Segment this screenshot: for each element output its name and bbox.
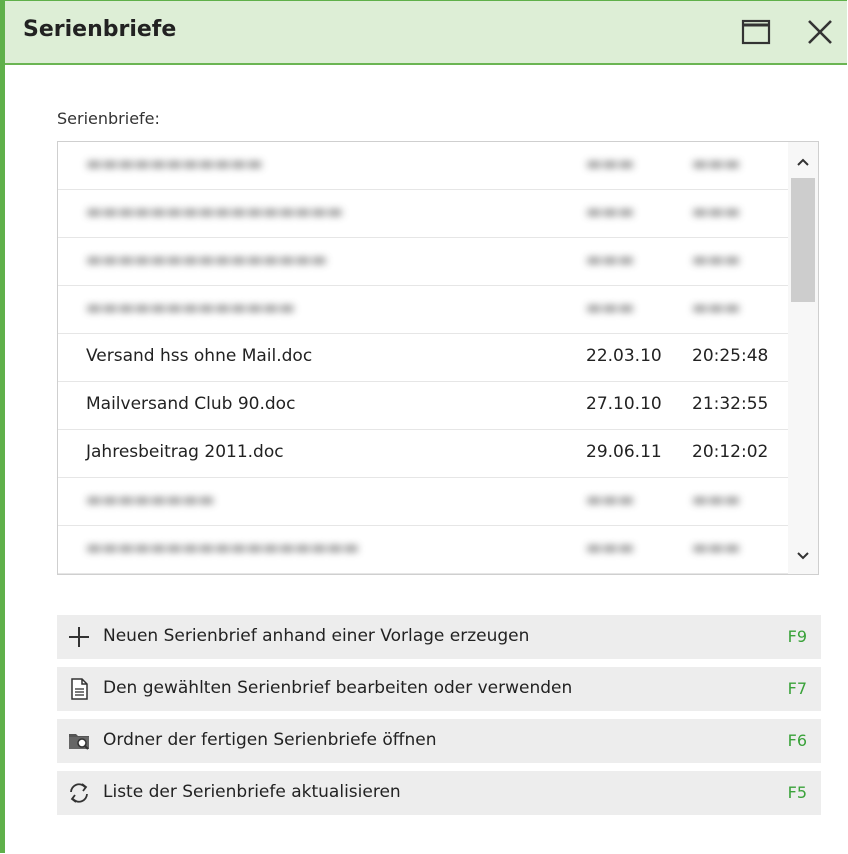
shortcut-key: F7 xyxy=(787,679,807,698)
list-item-obscured[interactable]: ▬▬▬▬▬▬▬▬▬▬▬▬▬▬▬ ▬▬▬ ▬▬▬ xyxy=(58,238,788,286)
obscured-time: ▬▬▬ xyxy=(692,202,741,222)
file-time: 20:12:02 xyxy=(692,442,769,462)
shortcut-key: F9 xyxy=(787,627,807,646)
obscured-date: ▬▬▬ xyxy=(586,298,635,318)
document-icon xyxy=(71,678,88,700)
file-time: 20:25:48 xyxy=(692,346,769,366)
new-serienbrief-button[interactable]: Neuen Serienbrief anhand einer Vorlage e… xyxy=(57,615,821,659)
obscured-time: ▬▬▬ xyxy=(692,538,741,558)
chevron-up-icon[interactable] xyxy=(793,152,813,172)
obscured-name: ▬▬▬▬▬▬▬▬▬▬▬ xyxy=(86,154,263,174)
shortcut-key: F5 xyxy=(787,783,807,802)
obscured-date: ▬▬▬ xyxy=(586,538,635,558)
title-bar: Serienbriefe xyxy=(5,1,847,65)
list-item[interactable]: Mailversand Club 90.doc 27.10.10 21:32:5… xyxy=(58,382,788,430)
obscured-time: ▬▬▬ xyxy=(692,154,741,174)
action-label: Liste der Serienbriefe aktualisieren xyxy=(103,782,401,802)
list-item-obscured[interactable]: ▬▬▬▬▬▬▬▬▬▬▬ ▬▬▬ ▬▬▬ xyxy=(58,142,788,190)
folder-search-icon xyxy=(69,734,89,750)
list-item[interactable]: Versand hss ohne Mail.doc 22.03.10 20:25… xyxy=(58,334,788,382)
list-label: Serienbriefe: xyxy=(57,109,160,128)
serienbriefe-list[interactable]: ▬▬▬▬▬▬▬▬▬▬▬ ▬▬▬ ▬▬▬ ▬▬▬▬▬▬▬▬▬▬▬▬▬▬▬▬ ▬▬▬… xyxy=(57,141,819,575)
list-rows: ▬▬▬▬▬▬▬▬▬▬▬ ▬▬▬ ▬▬▬ ▬▬▬▬▬▬▬▬▬▬▬▬▬▬▬▬ ▬▬▬… xyxy=(58,142,788,574)
list-item-obscured[interactable]: ▬▬▬▬▬▬▬▬ ▬▬▬ ▬▬▬ xyxy=(58,478,788,526)
obscured-date: ▬▬▬ xyxy=(586,250,635,270)
chevron-down-icon[interactable] xyxy=(793,546,813,566)
list-item[interactable]: Jahresbeitrag 2011.doc 29.06.11 20:12:02 xyxy=(58,430,788,478)
shortcut-key: F6 xyxy=(787,731,807,750)
obscured-name: ▬▬▬▬▬▬▬▬ xyxy=(86,490,215,510)
serienbriefe-window: Serienbriefe Serienbriefe: ▬▬▬▬▬▬▬▬▬▬▬ ▬… xyxy=(0,0,847,853)
scrollbar-thumb[interactable] xyxy=(791,178,815,302)
obscured-date: ▬▬▬ xyxy=(586,490,635,510)
obscured-name: ▬▬▬▬▬▬▬▬▬▬▬▬▬▬▬▬▬ xyxy=(86,538,360,558)
obscured-time: ▬▬▬ xyxy=(692,298,741,318)
action-label: Den gewählten Serienbrief bearbeiten ode… xyxy=(103,678,573,698)
action-label: Neuen Serienbrief anhand einer Vorlage e… xyxy=(103,626,530,646)
file-date: 22.03.10 xyxy=(586,346,662,366)
refresh-icon xyxy=(70,783,88,803)
obscured-date: ▬▬▬ xyxy=(586,154,635,174)
maximize-icon[interactable] xyxy=(739,15,773,49)
file-time: 21:32:55 xyxy=(692,394,769,414)
file-date: 29.06.11 xyxy=(586,442,662,462)
file-name: Jahresbeitrag 2011.doc xyxy=(86,442,284,462)
obscured-date: ▬▬▬ xyxy=(586,202,635,222)
vertical-scrollbar[interactable] xyxy=(788,142,818,574)
plus-icon xyxy=(69,627,89,647)
obscured-name: ▬▬▬▬▬▬▬▬▬▬▬▬▬▬▬ xyxy=(86,250,327,270)
list-item-obscured[interactable]: ▬▬▬▬▬▬▬▬▬▬▬▬▬ ▬▬▬ ▬▬▬ xyxy=(58,286,788,334)
close-icon[interactable] xyxy=(803,15,837,49)
file-date: 27.10.10 xyxy=(586,394,662,414)
edit-serienbrief-button[interactable]: Den gewählten Serienbrief bearbeiten ode… xyxy=(57,667,821,711)
action-label: Ordner der fertigen Serienbriefe öffnen xyxy=(103,730,437,750)
list-item-obscured[interactable]: ▬▬▬▬▬▬▬▬▬▬▬▬▬▬▬▬▬ ▬▬▬ ▬▬▬ xyxy=(58,526,788,574)
window-title: Serienbriefe xyxy=(23,17,177,42)
list-item-obscured[interactable]: ▬▬▬▬▬▬▬▬▬▬▬▬▬▬▬▬ ▬▬▬ ▬▬▬ xyxy=(58,190,788,238)
file-name: Mailversand Club 90.doc xyxy=(86,394,296,414)
refresh-list-button[interactable]: Liste der Serienbriefe aktualisieren F5 xyxy=(57,771,821,815)
obscured-name: ▬▬▬▬▬▬▬▬▬▬▬▬▬▬▬▬ xyxy=(86,202,343,222)
file-name: Versand hss ohne Mail.doc xyxy=(86,346,313,366)
obscured-name: ▬▬▬▬▬▬▬▬▬▬▬▬▬ xyxy=(86,298,295,318)
obscured-time: ▬▬▬ xyxy=(692,490,741,510)
obscured-time: ▬▬▬ xyxy=(692,250,741,270)
open-folder-button[interactable]: Ordner der fertigen Serienbriefe öffnen … xyxy=(57,719,821,763)
